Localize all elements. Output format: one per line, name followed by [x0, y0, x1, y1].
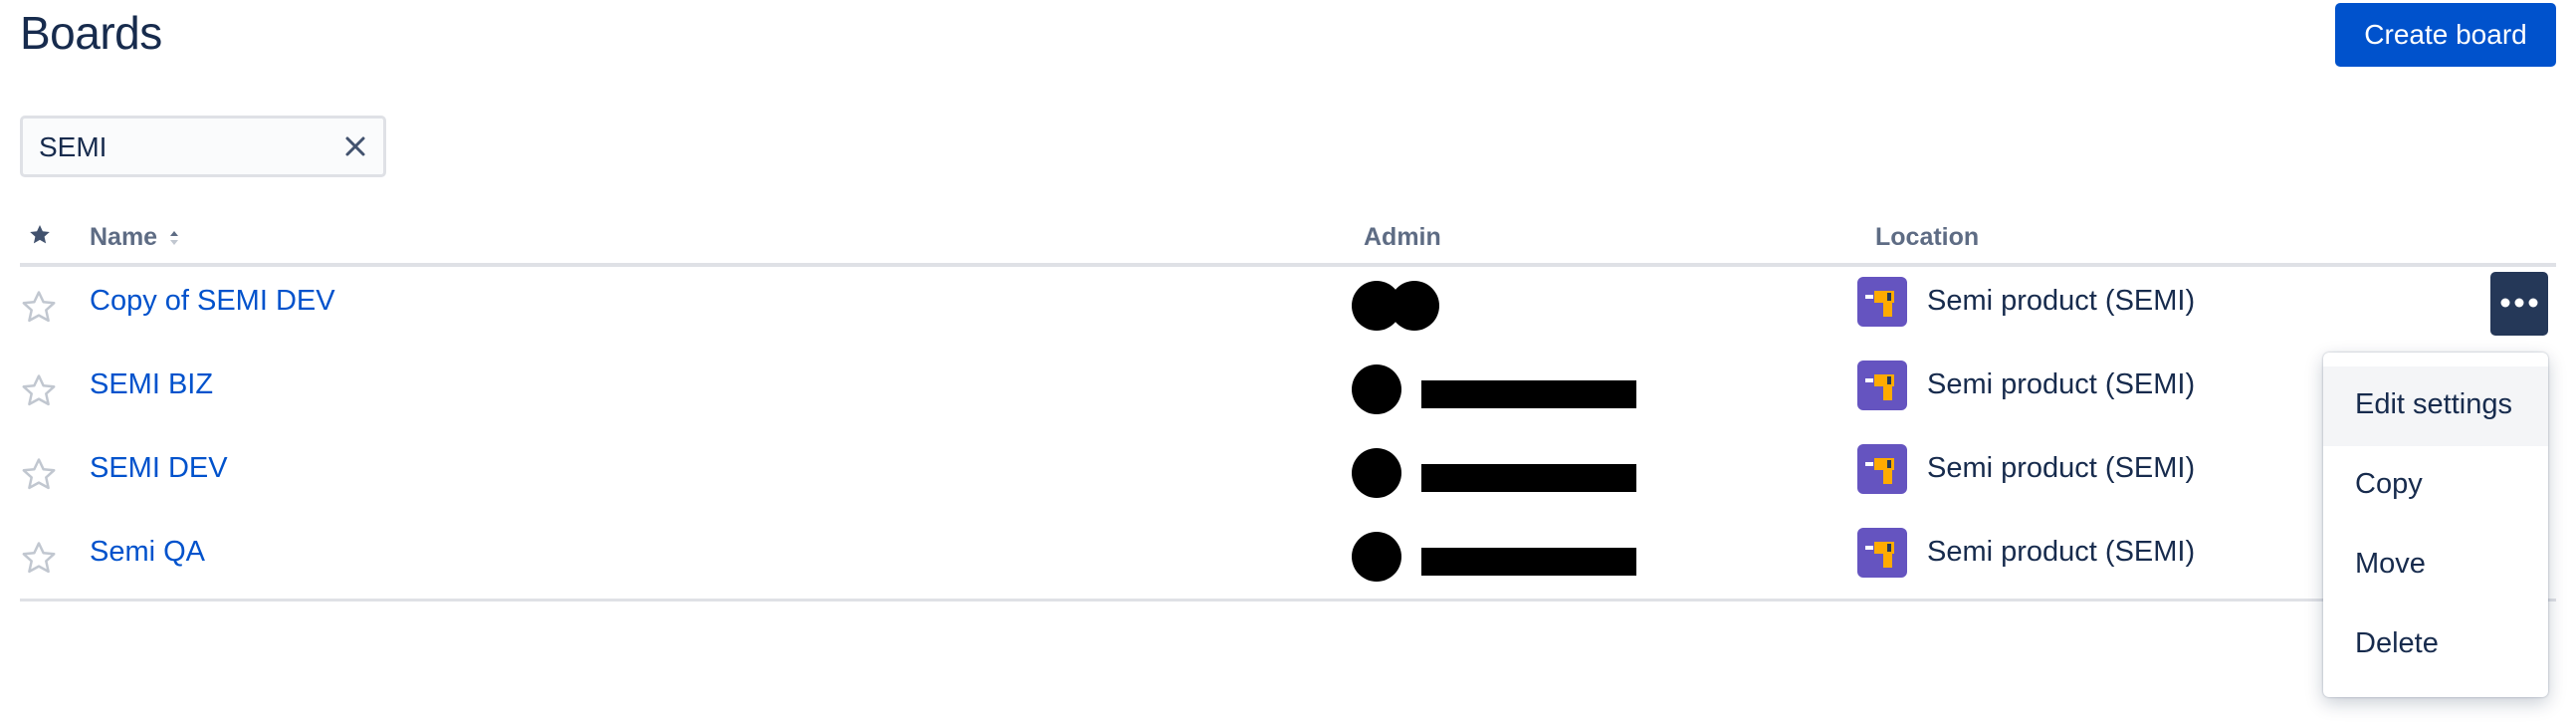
menu-item-copy[interactable]: Copy — [2323, 446, 2548, 526]
board-name-link[interactable]: SEMI BIZ — [90, 368, 213, 401]
board-name-link[interactable]: SEMI DEV — [90, 452, 228, 485]
create-board-button[interactable]: Create board — [2335, 3, 2556, 67]
project-drill-icon — [1857, 528, 1907, 578]
column-header-name-label: Name — [90, 223, 158, 251]
more-horizontal-icon — [2500, 298, 2538, 307]
column-header-location: Location — [1875, 223, 1980, 251]
star-filled-icon[interactable] — [28, 223, 52, 247]
admin-avatar — [1352, 448, 1401, 498]
star-outline-icon[interactable] — [20, 456, 58, 494]
location-text: Semi product (SEMI) — [1927, 368, 2196, 400]
menu-item-label: Move — [2355, 548, 2426, 580]
page-title: Boards — [20, 7, 162, 59]
star-outline-icon[interactable] — [20, 372, 58, 410]
admin-avatar — [1390, 281, 1439, 331]
board-name-link[interactable]: Copy of SEMI DEV — [90, 285, 335, 318]
more-actions-button[interactable] — [2490, 272, 2548, 336]
sort-ascending-icon — [170, 231, 179, 246]
search-field — [20, 116, 386, 177]
menu-item-label: Delete — [2355, 627, 2439, 659]
star-outline-icon[interactable] — [20, 540, 58, 578]
board-name-link[interactable]: Semi QA — [90, 536, 205, 569]
project-drill-icon — [1857, 277, 1907, 327]
project-drill-icon — [1857, 444, 1907, 494]
redacted-admin-name — [1421, 380, 1636, 408]
row-actions-menu: Edit settings Copy Move Delete — [2323, 353, 2548, 697]
column-header-name[interactable]: Name — [90, 223, 180, 252]
menu-item-label: Copy — [2355, 468, 2423, 500]
table-row: SEMI DEV Semi product (SEMI) — [20, 430, 2556, 514]
admin-avatar — [1352, 364, 1401, 414]
redacted-admin-name — [1421, 548, 1636, 576]
menu-item-edit-settings[interactable]: Edit settings — [2323, 366, 2548, 446]
location-text: Semi product (SEMI) — [1927, 452, 2196, 484]
admin-avatar — [1352, 532, 1401, 582]
search-input[interactable] — [37, 128, 339, 166]
column-header-admin: Admin — [1364, 223, 1441, 251]
close-icon[interactable] — [341, 132, 369, 160]
table-bottom-divider — [20, 599, 2556, 602]
redacted-admin-name — [1421, 464, 1636, 492]
star-outline-icon[interactable] — [20, 289, 58, 327]
location-text: Semi product (SEMI) — [1927, 536, 2196, 568]
table-row: Copy of SEMI DEV Semi product (SEMI) — [20, 263, 2556, 347]
table-row: SEMI BIZ Semi product (SEMI) — [20, 347, 2556, 430]
table-row: Semi QA Semi product (SEMI) — [20, 514, 2556, 598]
location-text: Semi product (SEMI) — [1927, 285, 2196, 317]
menu-item-label: Edit settings — [2355, 388, 2512, 420]
menu-item-delete[interactable]: Delete — [2323, 605, 2548, 685]
project-drill-icon — [1857, 361, 1907, 410]
table-header: Name Admin Location — [20, 209, 2556, 267]
menu-item-move[interactable]: Move — [2323, 526, 2548, 605]
